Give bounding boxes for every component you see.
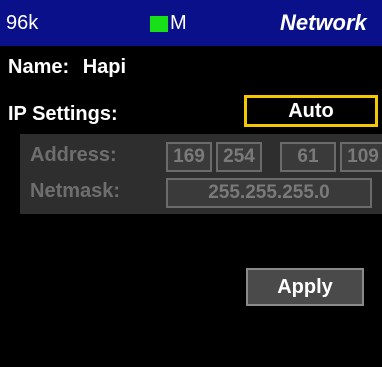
netmask-label: Netmask:: [30, 180, 121, 202]
status-letter: M: [170, 12, 187, 34]
lock-status-icon: [150, 16, 168, 32]
header-bar: 96k M Network: [0, 0, 382, 46]
name-label: Name:: [8, 56, 70, 78]
address-octet-1[interactable]: 169: [166, 142, 212, 172]
page-title: Network: [280, 10, 367, 35]
ip-mode-value: Auto: [288, 99, 334, 122]
netmask-field[interactable]: 255.255.255.0: [166, 178, 372, 208]
apply-label: Apply: [277, 275, 333, 298]
address-octet-2[interactable]: 254: [216, 142, 262, 172]
device-name-value: Hapi: [82, 56, 127, 78]
network-settings-screen: 96k M Network Name: Hapi IP Settings: Au…: [0, 0, 382, 367]
device-name-row: Name: Hapi: [8, 56, 126, 79]
sample-rate-indicator: 96k: [6, 12, 39, 34]
address-octet-4[interactable]: 109: [340, 142, 382, 172]
address-label: Address:: [30, 144, 117, 166]
ip-mode-select[interactable]: Auto: [244, 95, 378, 127]
address-octet-3[interactable]: 61: [280, 142, 336, 172]
static-ip-panel: Address: 169 254 61 109 Netmask: 255.255…: [20, 134, 382, 214]
ip-settings-label: IP Settings:: [8, 103, 118, 125]
apply-button[interactable]: Apply: [246, 268, 364, 306]
